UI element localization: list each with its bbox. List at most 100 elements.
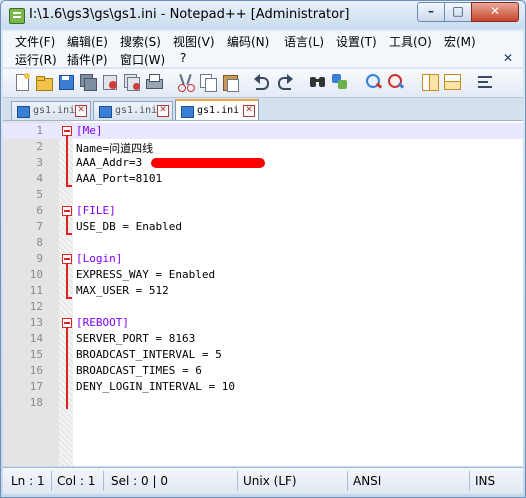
menu-run[interactable]: 运行(R)	[15, 51, 57, 68]
close-file-icon[interactable]	[101, 73, 119, 91]
save-icon[interactable]	[57, 73, 75, 91]
line-number: 10	[29, 268, 43, 281]
code-text: AAA_Port=8101	[76, 172, 163, 185]
replace-icon[interactable]	[331, 73, 349, 91]
fold-collapse-icon[interactable]	[62, 318, 72, 328]
minimize-button[interactable]: –	[417, 2, 445, 22]
new-file-icon[interactable]	[13, 73, 31, 91]
tab-gs1-ini-2[interactable]: gs1.ini ✕	[93, 101, 173, 120]
fold-end-marker	[66, 297, 72, 299]
code-line[interactable]: 9 [Login]	[3, 251, 523, 267]
code-line[interactable]: 1 [Me]	[3, 123, 523, 139]
code-line[interactable]: 8	[3, 235, 523, 251]
status-bar: Ln : 1 Col : 1 Sel : 0 | 0 Unix (LF) ANS…	[3, 467, 523, 494]
menu-file[interactable]: 文件(F)	[15, 33, 55, 50]
sync-vertical-scroll-icon[interactable]	[421, 73, 439, 91]
close-window-button[interactable]: ✕	[471, 2, 519, 22]
status-divider	[103, 471, 104, 491]
code-line[interactable]: 15 BROADCAST_INTERVAL = 5	[3, 347, 523, 363]
word-wrap-icon[interactable]	[477, 73, 495, 91]
redo-icon[interactable]	[275, 73, 293, 91]
status-insert-mode[interactable]: INS	[475, 474, 495, 488]
saved-file-icon	[99, 106, 112, 118]
code-line[interactable]: 10 EXPRESS_WAY = Enabled	[3, 267, 523, 283]
tab-label: gs1.ini	[115, 105, 158, 116]
code-line[interactable]: 2 Name=问道四线	[3, 139, 523, 155]
code-line[interactable]: 18	[3, 395, 523, 411]
line-number: 11	[29, 284, 43, 297]
menu-settings[interactable]: 设置(T)	[336, 33, 377, 50]
code-text: [Login]	[76, 252, 123, 265]
tab-close-icon[interactable]: ✕	[157, 105, 169, 117]
close-document-icon[interactable]: ✕	[503, 51, 513, 65]
save-all-icon[interactable]	[79, 73, 97, 91]
minimize-icon: –	[428, 4, 434, 18]
line-number: 14	[29, 332, 43, 345]
open-file-icon[interactable]	[35, 73, 53, 91]
line-number: 9	[36, 252, 43, 265]
line-number: 13	[29, 316, 43, 329]
title-bar[interactable]: I:\1.6\gs3\gs\gs1.ini - Notepad++ [Admin…	[1, 1, 525, 29]
code-text: [FILE]	[76, 204, 116, 217]
fold-guide	[66, 328, 68, 409]
menu-help[interactable]: ?	[180, 51, 186, 65]
line-number: 15	[29, 348, 43, 361]
maximize-button[interactable]: □	[444, 2, 472, 22]
menu-search[interactable]: 搜索(S)	[120, 33, 161, 50]
tab-close-icon[interactable]: ✕	[75, 105, 87, 117]
copy-icon[interactable]	[199, 73, 217, 92]
code-line[interactable]: 14 SERVER_PORT = 8163	[3, 331, 523, 347]
line-number: 6	[36, 204, 43, 217]
zoom-out-icon[interactable]	[387, 73, 405, 91]
sync-horizontal-scroll-icon[interactable]	[443, 73, 461, 91]
notepadpp-window: I:\1.6\gs3\gs\gs1.ini - Notepad++ [Admin…	[0, 0, 526, 498]
tab-gs1-ini-1[interactable]: gs1.ini ✕	[11, 101, 91, 120]
close-all-icon[interactable]	[123, 73, 141, 91]
paste-icon[interactable]	[221, 73, 239, 92]
tab-close-icon[interactable]: ✕	[243, 105, 255, 117]
zoom-in-icon[interactable]	[365, 73, 383, 91]
close-icon: ✕	[489, 4, 501, 18]
toolbar	[3, 69, 523, 98]
code-text: Name=问道四线	[76, 142, 154, 155]
menu-view[interactable]: 视图(V)	[173, 33, 215, 50]
print-icon[interactable]	[145, 73, 163, 91]
tab-label: gs1.ini	[33, 105, 76, 116]
code-text: [Me]	[76, 124, 103, 137]
menu-tools[interactable]: 工具(O)	[389, 33, 432, 50]
fold-collapse-icon[interactable]	[62, 126, 72, 136]
redaction-mark	[151, 158, 265, 168]
fold-guide	[66, 216, 68, 233]
tab-gs1-ini-active[interactable]: gs1.ini ✕	[175, 99, 259, 122]
find-icon[interactable]	[309, 73, 327, 91]
code-line[interactable]: 13 [REBOOT]	[3, 315, 523, 331]
menu-window[interactable]: 窗口(W)	[120, 51, 165, 68]
menu-plugins[interactable]: 插件(P)	[67, 51, 108, 68]
notepadpp-app-icon[interactable]	[9, 8, 25, 24]
undo-icon[interactable]	[253, 73, 271, 91]
cut-icon[interactable]	[177, 73, 195, 92]
saved-file-icon	[17, 106, 30, 118]
menu-edit[interactable]: 编辑(E)	[67, 33, 108, 50]
status-eol[interactable]: Unix (LF)	[243, 474, 297, 488]
menu-language[interactable]: 语言(L)	[284, 33, 324, 50]
code-line[interactable]: 17 DENY_LOGIN_INTERVAL = 10	[3, 379, 523, 395]
code-line[interactable]: 6 [FILE]	[3, 203, 523, 219]
editor-area[interactable]: 1 [Me] 2 Name=问道四线 3 AAA_Addr=3 4 AAA_Port=8101…	[3, 120, 523, 466]
code-line[interactable]: 11 MAX_USER = 512	[3, 283, 523, 299]
fold-collapse-icon[interactable]	[62, 254, 72, 264]
fold-collapse-icon[interactable]	[62, 206, 72, 216]
fold-end-marker	[66, 185, 72, 187]
line-number: 8	[36, 236, 43, 249]
menu-macro[interactable]: 宏(M)	[444, 33, 476, 50]
status-encoding[interactable]: ANSI	[353, 474, 381, 488]
code-line[interactable]: 7 USE_DB = Enabled	[3, 219, 523, 235]
code-line[interactable]: 4 AAA_Port=8101	[3, 171, 523, 187]
status-line: Ln : 1	[11, 474, 45, 488]
line-number: 17	[29, 380, 43, 393]
code-line[interactable]: 16 BROADCAST_TIMES = 6	[3, 363, 523, 379]
menu-encoding[interactable]: 编码(N)	[227, 33, 269, 50]
line-number: 18	[29, 396, 43, 409]
code-line[interactable]: 5	[3, 187, 523, 203]
code-line[interactable]: 12	[3, 299, 523, 315]
